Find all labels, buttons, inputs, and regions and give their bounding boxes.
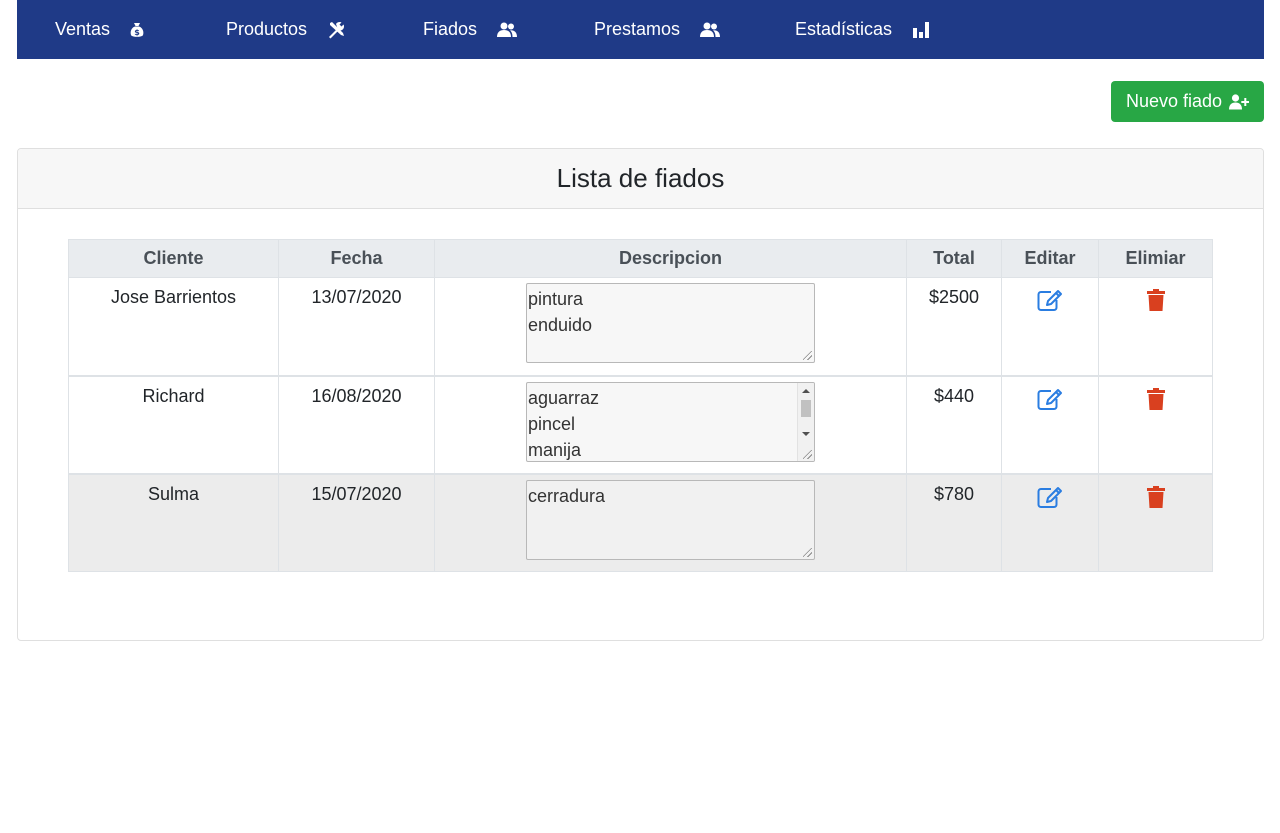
editar-cell xyxy=(1001,374,1099,474)
descripcion-line: enduido xyxy=(528,315,593,335)
table-row: Richard 16/08/2020 aguarraz pincel manij… xyxy=(68,374,1213,474)
trash-icon[interactable] xyxy=(1146,387,1165,415)
trash-icon[interactable] xyxy=(1146,485,1165,513)
fecha-value: 16/08/2020 xyxy=(311,385,402,406)
nav-item-label: Estadísticas xyxy=(795,19,893,39)
fecha-value: 15/07/2020 xyxy=(311,483,402,504)
cliente-name: Sulma xyxy=(147,483,200,504)
new-fiado-button[interactable]: Nuevo fiado xyxy=(1111,81,1264,122)
tools-icon xyxy=(327,21,345,39)
new-fiado-label: Nuevo fiado xyxy=(1125,91,1223,111)
scroll-thumb[interactable] xyxy=(801,399,811,417)
edit-icon[interactable] xyxy=(1037,388,1063,415)
nav-item-productos[interactable]: Productos xyxy=(226,0,345,59)
descripcion-line: pincel xyxy=(528,413,576,434)
column-header-descripcion: Descripcion xyxy=(434,239,907,278)
nav-item-label: Fiados xyxy=(423,19,478,39)
table-row: Jose Barrientos 13/07/2020 pintura endui… xyxy=(68,277,1213,376)
fecha-cell: 15/07/2020 xyxy=(278,472,435,572)
cliente-cell: Richard xyxy=(68,374,279,474)
total-value: $440 xyxy=(933,385,975,406)
users-icon xyxy=(700,22,721,38)
editar-cell xyxy=(1001,472,1099,572)
nav-item-label: Productos xyxy=(226,19,308,39)
column-header-cliente: Cliente xyxy=(68,239,279,278)
total-cell: $780 xyxy=(906,472,1002,572)
scroll-down-icon[interactable] xyxy=(802,431,810,436)
edit-icon[interactable] xyxy=(1037,289,1063,316)
card-header: Lista de fiados xyxy=(18,149,1263,209)
column-header-eliminar: Elimiar xyxy=(1098,239,1213,278)
descripcion-line: manija xyxy=(528,439,582,460)
nav-item-estadisticas[interactable]: Estadísticas xyxy=(795,0,930,59)
table-header-row: Cliente Fecha Descripcion Total Editar E… xyxy=(68,239,1213,278)
total-cell: $440 xyxy=(906,374,1002,474)
fiados-card: Lista de fiados Cliente Fecha Descripcio… xyxy=(17,148,1264,641)
nav-item-prestamos[interactable]: Prestamos xyxy=(594,0,721,59)
nav-item-label: Prestamos xyxy=(594,19,681,39)
nav-item-label: Ventas xyxy=(55,19,111,39)
cliente-cell: Sulma xyxy=(68,472,279,572)
fecha-value: 13/07/2020 xyxy=(311,287,402,307)
table-row: Sulma 15/07/2020 cerradura $780 xyxy=(68,472,1213,572)
descripcion-textarea[interactable]: pintura enduido xyxy=(526,283,815,363)
descripcion-textarea[interactable]: aguarraz pincel manija xyxy=(526,381,815,462)
descripcion-cell: cerradura xyxy=(434,472,907,572)
money-bag-icon: $ xyxy=(130,22,144,38)
top-navbar: Ventas $ Productos Fiados Prestamos Esta… xyxy=(17,0,1264,59)
eliminar-cell xyxy=(1098,277,1213,376)
total-value: $2500 xyxy=(928,287,980,307)
user-plus-icon xyxy=(1222,93,1250,110)
resize-handle[interactable] xyxy=(803,547,812,557)
trash-icon[interactable] xyxy=(1146,289,1165,316)
column-header-editar: Editar xyxy=(1001,239,1099,278)
total-cell: $2500 xyxy=(906,277,1002,376)
nav-item-ventas[interactable]: Ventas $ xyxy=(55,0,144,59)
column-header-fecha: Fecha xyxy=(278,239,435,278)
users-icon xyxy=(497,22,518,38)
total-value: $780 xyxy=(933,483,975,504)
fecha-cell: 13/07/2020 xyxy=(278,277,435,376)
svg-text:$: $ xyxy=(134,28,140,37)
cliente-cell: Jose Barrientos xyxy=(68,277,279,376)
card-title: Lista de fiados xyxy=(556,163,725,193)
descripcion-textarea[interactable]: cerradura xyxy=(526,479,815,560)
descripcion-cell: pintura enduido xyxy=(434,277,907,376)
edit-icon[interactable] xyxy=(1037,486,1063,513)
descripcion-line: aguarraz xyxy=(528,387,600,408)
resize-handle[interactable] xyxy=(803,351,812,360)
eliminar-cell xyxy=(1098,472,1213,572)
column-header-total: Total xyxy=(906,239,1002,278)
cliente-name: Jose Barrientos xyxy=(110,287,237,307)
editar-cell xyxy=(1001,277,1099,376)
descripcion-cell: aguarraz pincel manija xyxy=(434,374,907,474)
cliente-name: Richard xyxy=(142,385,205,406)
descripcion-line: cerradura xyxy=(528,485,606,506)
resize-handle[interactable] xyxy=(803,449,812,459)
fiados-table: Cliente Fecha Descripcion Total Editar E… xyxy=(68,239,1213,572)
scroll-up-icon[interactable] xyxy=(802,388,810,393)
eliminar-cell xyxy=(1098,374,1213,474)
fecha-cell: 16/08/2020 xyxy=(278,374,435,474)
descripcion-line: pintura xyxy=(528,289,584,309)
nav-item-fiados[interactable]: Fiados xyxy=(423,0,518,59)
bar-chart-icon xyxy=(912,21,930,38)
